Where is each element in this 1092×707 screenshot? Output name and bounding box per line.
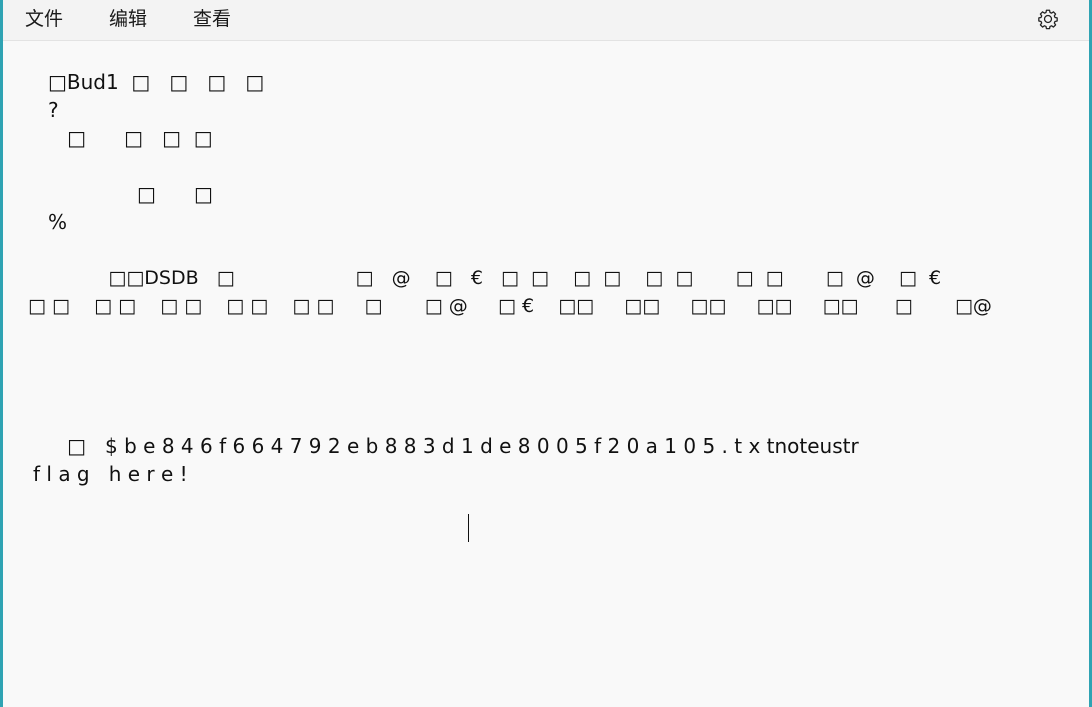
editor-line: f l a g h e r e ! bbox=[33, 462, 188, 486]
menu-view[interactable]: 查看 bbox=[191, 5, 233, 33]
settings-button[interactable] bbox=[1035, 6, 1061, 32]
menu-bar: 文件 编辑 查看 bbox=[3, 0, 1089, 41]
editor-line: □□DSDB □ □ @ □ € □ □ □ □ □ □ □ □ □ @ □ € bbox=[48, 267, 942, 289]
menu-file[interactable]: 文件 bbox=[23, 5, 65, 33]
editor-line: ? bbox=[48, 98, 59, 122]
editor-line: □ □ □ □ □ □ □ □ □ □ □ □ @ □ € □□ □□ □□ □… bbox=[28, 295, 992, 317]
menu-edit[interactable]: 编辑 bbox=[107, 5, 149, 33]
text-caret bbox=[468, 514, 469, 542]
editor-line: □ □ □ □ bbox=[48, 126, 213, 150]
notepad-window: 文件 编辑 查看 □Bud1 □ □ □ □ ? □ □ □ □ □ □ % □… bbox=[0, 0, 1092, 707]
editor-line: □Bud1 □ □ □ □ bbox=[48, 70, 265, 94]
editor-line: □ $ b e 8 4 6 f 6 6 4 7 9 2 e b 8 8 3 d … bbox=[48, 434, 859, 458]
editor-line: % bbox=[48, 210, 68, 234]
gear-icon bbox=[1038, 9, 1058, 30]
editor-line: □ □ bbox=[48, 182, 213, 206]
text-editor[interactable]: □Bud1 □ □ □ □ ? □ □ □ □ □ □ % □□DSDB □ □… bbox=[3, 41, 1089, 707]
